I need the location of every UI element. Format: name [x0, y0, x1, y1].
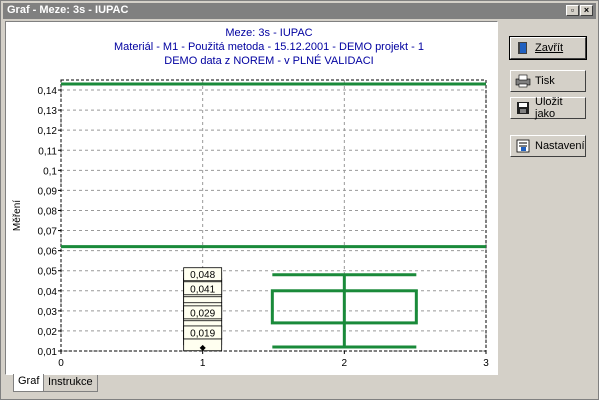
window-title: Graf - Meze: 3s - IUPAC: [7, 4, 129, 16]
chart-title-line-1: Materiál - M1 - Použitá metoda - 15.12.2…: [114, 41, 424, 53]
door-icon: [515, 41, 531, 55]
y-tick-label: 0,02: [38, 327, 58, 338]
chart-svg: Meze: 3s - IUPAC Materiál - M1 - Použitá …: [12, 27, 489, 369]
point-label: 0,019: [190, 328, 215, 339]
point-label: 0,048: [190, 270, 215, 281]
restore-button[interactable]: ▫: [566, 5, 579, 16]
y-tick-label: 0,01: [38, 347, 58, 358]
settings-button[interactable]: Nastavení: [510, 135, 586, 157]
print-button[interactable]: Tisk: [510, 70, 586, 92]
chart-title-line-0: Meze: 3s - IUPAC: [225, 27, 312, 39]
plot-panel: Meze: 3s - IUPAC Materiál - M1 - Použitá …: [5, 21, 498, 375]
point-label: 0,029: [190, 308, 215, 319]
point-marker: ◆: [200, 343, 207, 352]
printer-icon: [515, 74, 531, 88]
y-tick-label: 0,03: [38, 307, 58, 318]
x-tick-label: 0: [58, 358, 64, 369]
y-tick-label: 0,07: [38, 227, 58, 238]
y-tick-label: 0,08: [38, 206, 58, 217]
y-tick-label: 0,09: [38, 186, 58, 197]
y-tick-label: 0,14: [38, 86, 58, 97]
y-axis-label: Měření: [12, 200, 23, 231]
settings-button-label: Nastavení: [535, 140, 585, 152]
tab-instrukce[interactable]: Instrukce: [43, 375, 98, 392]
chart-title-line-2: DEMO data z NOREM - v PLNÉ VALIDACI: [164, 54, 373, 67]
save-as-button[interactable]: Uložit jako: [510, 96, 586, 120]
y-tick-label: 0,12: [38, 126, 58, 137]
x-tick-label: 2: [342, 358, 348, 369]
y-tick-label: 0,06: [38, 247, 58, 258]
title-bar: Graf - Meze: 3s - IUPAC ▫ ×: [3, 3, 596, 19]
x-tick-label: 3: [483, 358, 489, 369]
point-label: 0,041: [190, 284, 215, 295]
y-tick-label: 0,05: [38, 267, 58, 278]
x-tick-label: 1: [200, 358, 206, 369]
save-as-button-label: Uložit jako: [535, 96, 563, 120]
y-tick-label: 0,1: [43, 166, 57, 177]
close-button-label: Zavřít: [535, 42, 564, 54]
close-window-button[interactable]: ×: [580, 5, 593, 16]
y-tick-label: 0,04: [38, 287, 58, 298]
print-button-label: Tisk: [535, 75, 555, 87]
graph-window: Graf - Meze: 3s - IUPAC ▫ × Meze: 3s - I…: [0, 0, 599, 400]
settings-icon: [515, 139, 531, 153]
y-tick-label: 0,13: [38, 106, 58, 117]
y-tick-label: 0,11: [38, 146, 57, 157]
tab-graf[interactable]: Graf: [13, 374, 45, 392]
floppy-disk-icon: [515, 101, 531, 115]
close-button[interactable]: Zavřít: [509, 36, 587, 60]
